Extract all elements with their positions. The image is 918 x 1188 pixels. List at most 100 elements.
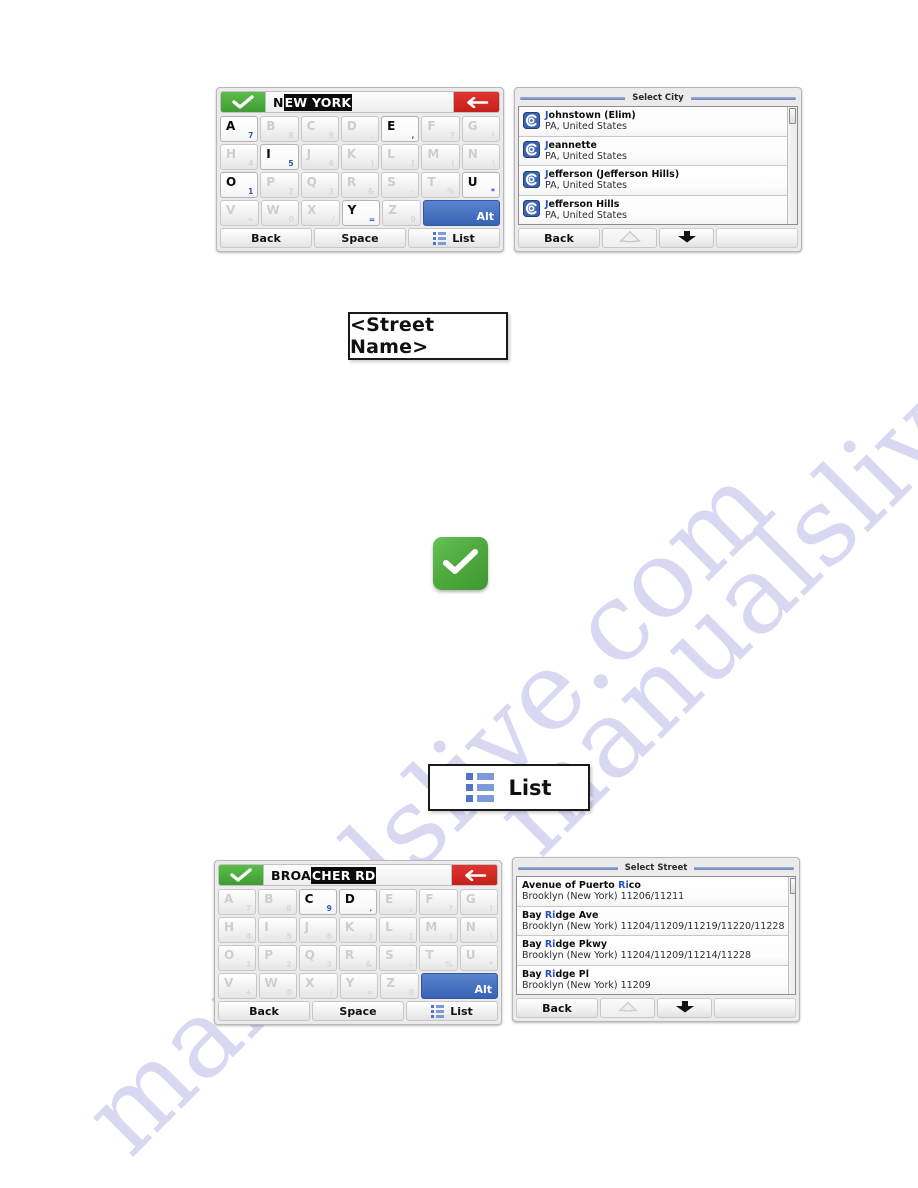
key-subchar: 4 — [246, 932, 252, 941]
key-subchar: 3 — [326, 960, 332, 969]
key-e[interactable]: E, — [381, 116, 420, 142]
city-list-item[interactable]: Jeannette PA, United States — [519, 136, 787, 166]
key-z[interactable]: Z0 — [382, 200, 421, 226]
alt-key[interactable]: Alt — [422, 200, 501, 226]
key-y[interactable]: Y = — [339, 973, 379, 999]
key-s[interactable]: S- — [381, 172, 420, 198]
key-o[interactable]: O1 — [220, 172, 259, 198]
back-button[interactable]: Back — [218, 1001, 310, 1021]
scroll-up-button[interactable] — [600, 998, 655, 1018]
scroll-down-button[interactable] — [657, 998, 712, 1018]
key-w[interactable]: W0 — [260, 200, 300, 226]
street-search-input[interactable]: BROA CHER RD — [264, 865, 451, 885]
key-i[interactable]: I5 — [258, 917, 297, 943]
key-j[interactable]: J6 — [300, 144, 339, 170]
key-l[interactable]: L] — [379, 917, 418, 943]
back-button[interactable]: Back — [518, 228, 600, 248]
key-letter: K — [346, 147, 357, 161]
list-button-callout[interactable]: List — [428, 764, 590, 811]
key-r[interactable]: R & — [338, 945, 378, 971]
key-b[interactable]: B8 — [258, 889, 297, 915]
city-scrollbar[interactable] — [787, 107, 797, 224]
city-list-item[interactable]: Johnstown (Elim) PA, United States — [519, 107, 787, 137]
key-j[interactable]: J6 — [298, 917, 337, 943]
key-e[interactable]: E, — [379, 889, 418, 915]
key-t[interactable]: T% — [421, 172, 460, 198]
key-f[interactable]: F? — [419, 889, 458, 915]
key-d[interactable]: D. — [340, 116, 380, 142]
list-callout-label: List — [508, 775, 552, 800]
key-p[interactable]: P2 — [258, 945, 297, 971]
key-a[interactable]: A7 — [220, 116, 259, 142]
city-search-input[interactable]: N EW YORK — [266, 92, 453, 112]
scroll-down-button[interactable] — [659, 228, 714, 248]
key-d[interactable]: D. — [338, 889, 378, 915]
key-r[interactable]: R & — [340, 172, 380, 198]
key-k[interactable]: K) — [340, 144, 380, 170]
street-item-text: Avenue of Puerto Rico Brooklyn (New York)… — [522, 880, 784, 903]
key-x[interactable]: X / — [299, 973, 338, 999]
street-list-item[interactable]: Bay Ridge Pkwy Brooklyn (New York) 11204/… — [517, 936, 789, 966]
key-c[interactable]: C9 — [298, 889, 337, 915]
key-w[interactable]: W0 — [258, 973, 298, 999]
key-t[interactable]: T% — [419, 945, 458, 971]
street-list-item[interactable]: Bay Ridge Pl Brooklyn (New York) 11209 — [517, 965, 789, 994]
key-u[interactable]: U * — [459, 945, 498, 971]
key-y[interactable]: Y = — [341, 200, 381, 226]
key-g[interactable]: G! — [461, 116, 500, 142]
street-scrollbar-thumb[interactable] — [790, 878, 795, 894]
key-x[interactable]: X / — [301, 200, 340, 226]
key-m[interactable]: M( — [419, 917, 458, 943]
key-q[interactable]: Q3 — [300, 172, 339, 198]
key-letter: Q — [306, 175, 317, 189]
alt-key[interactable]: Alt — [420, 973, 499, 999]
key-k[interactable]: K) — [338, 917, 378, 943]
street-scrollbar[interactable] — [788, 877, 795, 994]
street-list-item[interactable]: Avenue of Puerto Rico Brooklyn (New York)… — [517, 877, 789, 907]
street-list-item[interactable]: Bay Ridge Ave Brooklyn (New York) 11204/1… — [517, 906, 789, 936]
backspace-button[interactable] — [453, 92, 499, 112]
list-button[interactable]: List — [406, 1001, 498, 1021]
key-v[interactable]: V + — [220, 200, 259, 226]
key-z[interactable]: Z0 — [380, 973, 419, 999]
key-n[interactable]: N \ — [461, 144, 500, 170]
street-keyboard-keys: A 7 B 8 C 9 D. E, F? G! H 4 I 5 J 6 K) L] M(N \ O 1 P 2 Q 3 R & S - T%… — [218, 889, 499, 999]
confirm-button[interactable] — [219, 865, 264, 885]
key-q[interactable]: Q3 — [298, 945, 337, 971]
key-m[interactable]: M( — [421, 144, 460, 170]
key-a[interactable]: A7 — [218, 889, 257, 915]
key-u[interactable]: U * — [461, 172, 500, 198]
key-v[interactable]: V + — [218, 973, 257, 999]
key-o[interactable]: O1 — [218, 945, 257, 971]
space-button[interactable]: Space — [312, 1001, 404, 1021]
key-s[interactable]: S- — [379, 945, 418, 971]
key-i[interactable]: I5 — [260, 144, 299, 170]
key-subchar: ! — [491, 131, 495, 140]
space-button[interactable]: Space — [314, 228, 406, 248]
key-h[interactable]: H4 — [220, 144, 259, 170]
scroll-up-button[interactable] — [602, 228, 657, 248]
confirm-button-callout[interactable] — [433, 537, 488, 590]
key-f[interactable]: F? — [421, 116, 460, 142]
city-scrollbar-thumb[interactable] — [789, 108, 796, 124]
back-button[interactable]: Back — [516, 998, 598, 1018]
key-b[interactable]: B8 — [260, 116, 299, 142]
key-p[interactable]: P2 — [260, 172, 299, 198]
list-button[interactable]: List — [408, 228, 500, 248]
key-l[interactable]: L] — [381, 144, 420, 170]
key-letter: G — [465, 892, 476, 906]
city-list-item[interactable]: Jefferson (Jefferson Hills) PA, United St… — [519, 166, 787, 196]
key-letter: Z — [386, 976, 395, 990]
back-button[interactable]: Back — [220, 228, 312, 248]
key-h[interactable]: H4 — [218, 917, 257, 943]
key-c[interactable]: C9 — [300, 116, 339, 142]
keyboard-row: A 7 B 8 C 9 D. E, F? G! — [220, 116, 500, 142]
key-n[interactable]: N \ — [459, 917, 498, 943]
street-completion-text: CHER RD — [310, 866, 377, 884]
backspace-button[interactable] — [451, 865, 497, 885]
keyboard-row: H 4 I 5 J 6 K) L] M(N \ — [220, 144, 500, 170]
city-list-item[interactable]: Jefferson Hills PA, United States — [519, 195, 787, 224]
city-listbox: Johnstown (Elim) PA, United States Jeannet… — [518, 106, 798, 225]
key-g[interactable]: G! — [459, 889, 498, 915]
confirm-button[interactable] — [221, 92, 266, 112]
